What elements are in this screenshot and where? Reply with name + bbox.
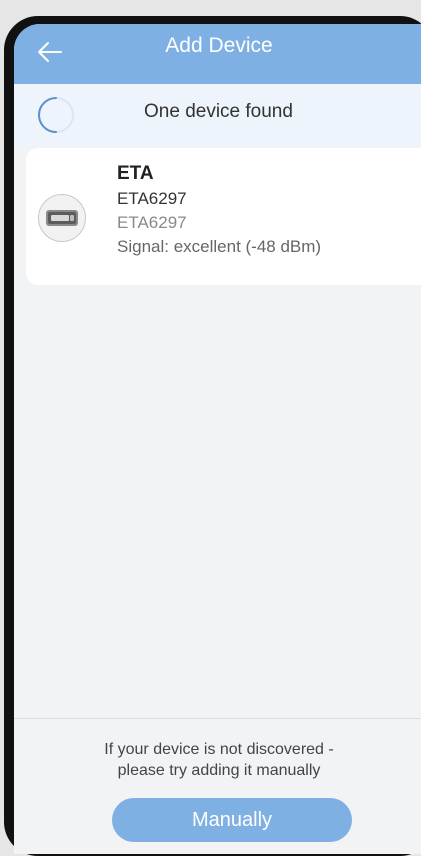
app-screen: Add Device One device found ETA ETA6297 … <box>14 24 421 854</box>
device-name: ETA <box>117 163 154 184</box>
scan-status-text: One device found <box>144 101 293 122</box>
page-title: Add Device <box>165 34 273 57</box>
device-thumbnail-icon <box>38 194 86 242</box>
device-model: ETA6297 <box>117 189 187 208</box>
manually-button[interactable]: Manually <box>112 798 352 842</box>
device-info: ETA ETA6297 ETA6297 Signal: excellent (-… <box>117 163 321 259</box>
device-subtitle: ETA6297 <box>117 213 187 232</box>
device-list-item[interactable]: ETA ETA6297 ETA6297 Signal: excellent (-… <box>26 148 421 285</box>
manual-hint: If your device is not discovered - pleas… <box>14 739 421 781</box>
device-signal: Signal: excellent (-48 dBm) <box>117 237 322 256</box>
loading-spinner-icon <box>36 95 76 135</box>
footer: If your device is not discovered - pleas… <box>14 718 421 854</box>
app-header: Add Device <box>14 24 421 84</box>
manual-hint-line1: If your device is not discovered - <box>104 741 334 758</box>
scan-status-bar: One device found <box>14 84 421 146</box>
manual-hint-line2: please try adding it manually <box>117 762 321 779</box>
